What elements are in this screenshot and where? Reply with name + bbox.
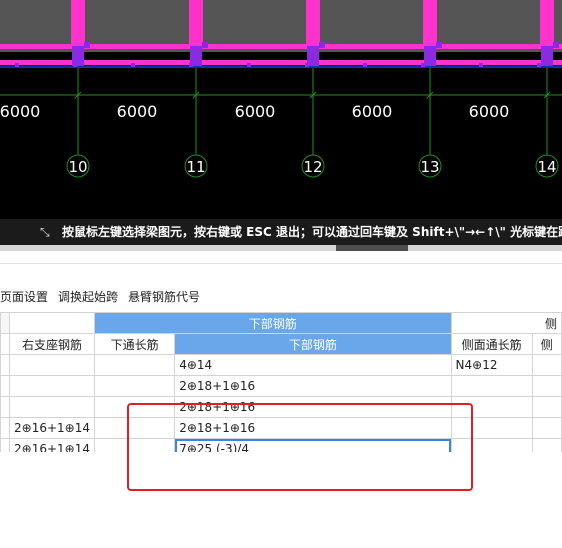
cell-side-through[interactable] [450,417,533,439]
span-dimension: 6000 [117,102,158,121]
cell-side-through[interactable] [450,375,533,397]
cursor-select-icon: ⤡ [40,225,50,239]
table-group-header-row: 下部钢筋 侧 [0,312,562,334]
cell-bottom-rebar-editing[interactable]: 7⊕25 (-3)/4 [174,438,452,452]
cell-bottom-through[interactable] [93,375,176,397]
table-toolbar: 页面设置 调换起始跨 悬臂钢筋代号 [0,285,210,309]
cell-side-through[interactable] [450,438,533,452]
header-blank [0,312,10,334]
cell-bottom-through[interactable] [93,417,176,439]
column-line [423,0,437,44]
column-line [306,0,320,44]
cell-blank[interactable] [0,396,10,418]
column-section [541,46,553,66]
status-text: 按鼠标左键选择梁图元，按右键或 ESC 退出；可以通过回车键及 Shift+\"… [62,225,562,239]
col-header-bottom-through[interactable]: 下通长筋 [93,333,176,355]
cad-drawing[interactable]: 6000 6000 6000 6000 6000 10 11 12 13 14 [0,0,562,219]
status-bar: ⤡ 按鼠标左键选择梁图元，按右键或 ESC 退出；可以通过回车键及 Shift+\… [0,219,562,245]
header-blank [9,312,95,334]
cell-blank[interactable] [0,417,10,439]
rebar-table: 下部钢筋 侧 右支座钢筋 下通长筋 下部钢筋 侧面通长筋 侧 4⊕14 N4⊕1… [0,312,562,452]
cell-blank[interactable] [0,438,10,452]
column-line [189,0,203,44]
span-dimension: 6000 [469,102,510,121]
beam-edge-line [0,60,562,65]
col-header-right-support[interactable]: 右支座钢筋 [9,333,95,355]
grid-axis-label: 14 [537,158,556,176]
toolbar-cantilever-code[interactable]: 悬臂钢筋代号 [128,285,200,309]
cell-bottom-through[interactable] [93,396,176,418]
table-row: 2⊕18+1⊕16 [0,375,562,397]
cell-bottom-rebar[interactable]: 2⊕18+1⊕16 [174,396,452,418]
beam-marker [537,63,541,67]
table-row: 2⊕16+1⊕14 2⊕18+1⊕16 [0,417,562,439]
cell-bottom-through[interactable] [93,438,176,452]
cell-side-extra[interactable] [531,354,562,376]
column-node [436,42,442,48]
cell-side-extra[interactable] [531,396,562,418]
cad-viewport[interactable]: 6000 6000 6000 6000 6000 10 11 12 13 14 ⤡ 按鼠标左键选择… [0,0,562,245]
cell-side-through[interactable] [450,396,533,418]
beam-marker [247,63,251,67]
span-dimension: 6000 [352,102,393,121]
cell-right-support[interactable] [9,396,95,418]
beam-marker [363,63,367,67]
group-header-side: 侧 [450,312,562,334]
grid-axis-label: 12 [303,158,322,176]
column-node [84,42,90,48]
grid-axis-label: 13 [420,158,439,176]
cell-blank[interactable] [0,354,10,376]
column-node [202,42,208,48]
beam-blue-line [0,66,562,68]
table-header-row: 右支座钢筋 下通长筋 下部钢筋 侧面通长筋 侧 [0,333,562,355]
table-row: 2⊕16+1⊕14 7⊕25 (-3)/4 [0,438,562,452]
column-node [553,42,559,48]
cell-bottom-through[interactable] [93,354,176,376]
group-header-bottom-rebar: 下部钢筋 [93,312,452,334]
cell-right-support[interactable] [9,375,95,397]
column-section [424,46,436,66]
column-line [540,0,554,44]
col-header-bottom-rebar[interactable]: 下部钢筋 [174,333,452,355]
grid-axis-label: 10 [68,158,87,176]
cell-right-support[interactable]: 2⊕16+1⊕14 [9,417,95,439]
beam-marker [131,63,135,67]
beam-marker [73,63,77,67]
header-blank [0,333,10,355]
table-row: 2⊕18+1⊕16 [0,396,562,418]
cell-bottom-rebar[interactable]: 4⊕14 [174,354,452,376]
cell-side-extra[interactable] [531,438,562,452]
cell-side-through[interactable]: N4⊕12 [450,354,533,376]
col-header-side-through[interactable]: 侧面通长筋 [450,333,533,355]
beam-marker [15,63,19,67]
cell-right-support[interactable]: 2⊕16+1⊕14 [9,438,95,452]
cell-side-extra[interactable] [531,375,562,397]
beam-marker [189,63,193,67]
toolbar-swap-start-span[interactable]: 调换起始跨 [58,285,118,309]
beam-marker [305,63,309,67]
column-node [319,42,325,48]
beam-marker [421,63,425,67]
cell-blank[interactable] [0,375,10,397]
col-header-side-extra[interactable]: 侧 [531,333,562,355]
cell-bottom-rebar[interactable]: 2⊕18+1⊕16 [174,375,452,397]
beam-marker [479,63,483,67]
table-row: 4⊕14 N4⊕12 [0,354,562,376]
cell-bottom-rebar[interactable]: 2⊕18+1⊕16 [174,417,452,439]
cell-right-support[interactable] [9,354,95,376]
column-line [71,0,85,44]
cell-side-extra[interactable] [531,417,562,439]
grid-axis-label: 11 [186,158,205,176]
toolbar-page-setup[interactable]: 页面设置 [0,285,48,309]
span-dimension: 6000 [235,102,276,121]
span-dimension: 6000 [0,102,40,121]
panel-header [0,251,562,264]
